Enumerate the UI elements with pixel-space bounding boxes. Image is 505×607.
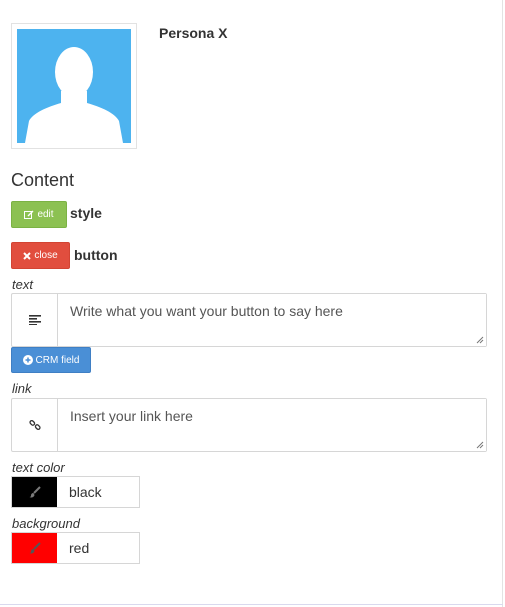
background-label: background: [12, 516, 80, 531]
text-field-addon: [12, 294, 58, 346]
background-color-value[interactable]: red: [57, 533, 139, 563]
style-label: style: [70, 205, 102, 221]
persona-name: Persona X: [159, 25, 228, 41]
edit-icon: [24, 210, 34, 220]
edit-button-label: edit: [37, 209, 54, 220]
resize-grip-icon[interactable]: [476, 336, 484, 344]
crm-field-label: CRM field: [35, 354, 80, 366]
brush-icon: [29, 486, 41, 498]
button-text-input[interactable]: [58, 294, 486, 346]
align-left-icon: [28, 315, 41, 325]
plus-circle-icon: [22, 355, 33, 365]
text-color-value[interactable]: black: [57, 477, 139, 507]
crm-field-button[interactable]: CRM field: [11, 347, 91, 373]
section-title: Content: [11, 170, 75, 190]
panel-border: [502, 0, 503, 607]
resize-grip-icon[interactable]: [476, 441, 484, 449]
close-button[interactable]: close: [11, 242, 70, 269]
text-field-group: [11, 293, 487, 347]
edit-button[interactable]: edit: [11, 201, 67, 228]
link-field-addon: [12, 399, 58, 451]
brush-icon: [29, 542, 41, 554]
button-label: button: [74, 247, 118, 263]
avatar: [11, 23, 137, 149]
panel-bottom-border: [0, 604, 503, 605]
text-color-picker[interactable]: black: [11, 476, 140, 508]
link-input[interactable]: [58, 399, 486, 451]
background-color-swatch[interactable]: [12, 533, 57, 563]
avatar-image: [17, 29, 131, 143]
background-color-picker[interactable]: red: [11, 532, 140, 564]
person-silhouette-icon: [25, 47, 123, 143]
close-icon: [23, 251, 32, 260]
text-color-label: text color: [12, 460, 65, 475]
link-field-label: link: [12, 381, 32, 396]
text-color-swatch[interactable]: [12, 477, 57, 507]
link-field-group: [11, 398, 487, 452]
link-icon: [28, 419, 41, 431]
close-button-label: close: [34, 250, 58, 261]
text-field-label: text: [12, 277, 33, 292]
